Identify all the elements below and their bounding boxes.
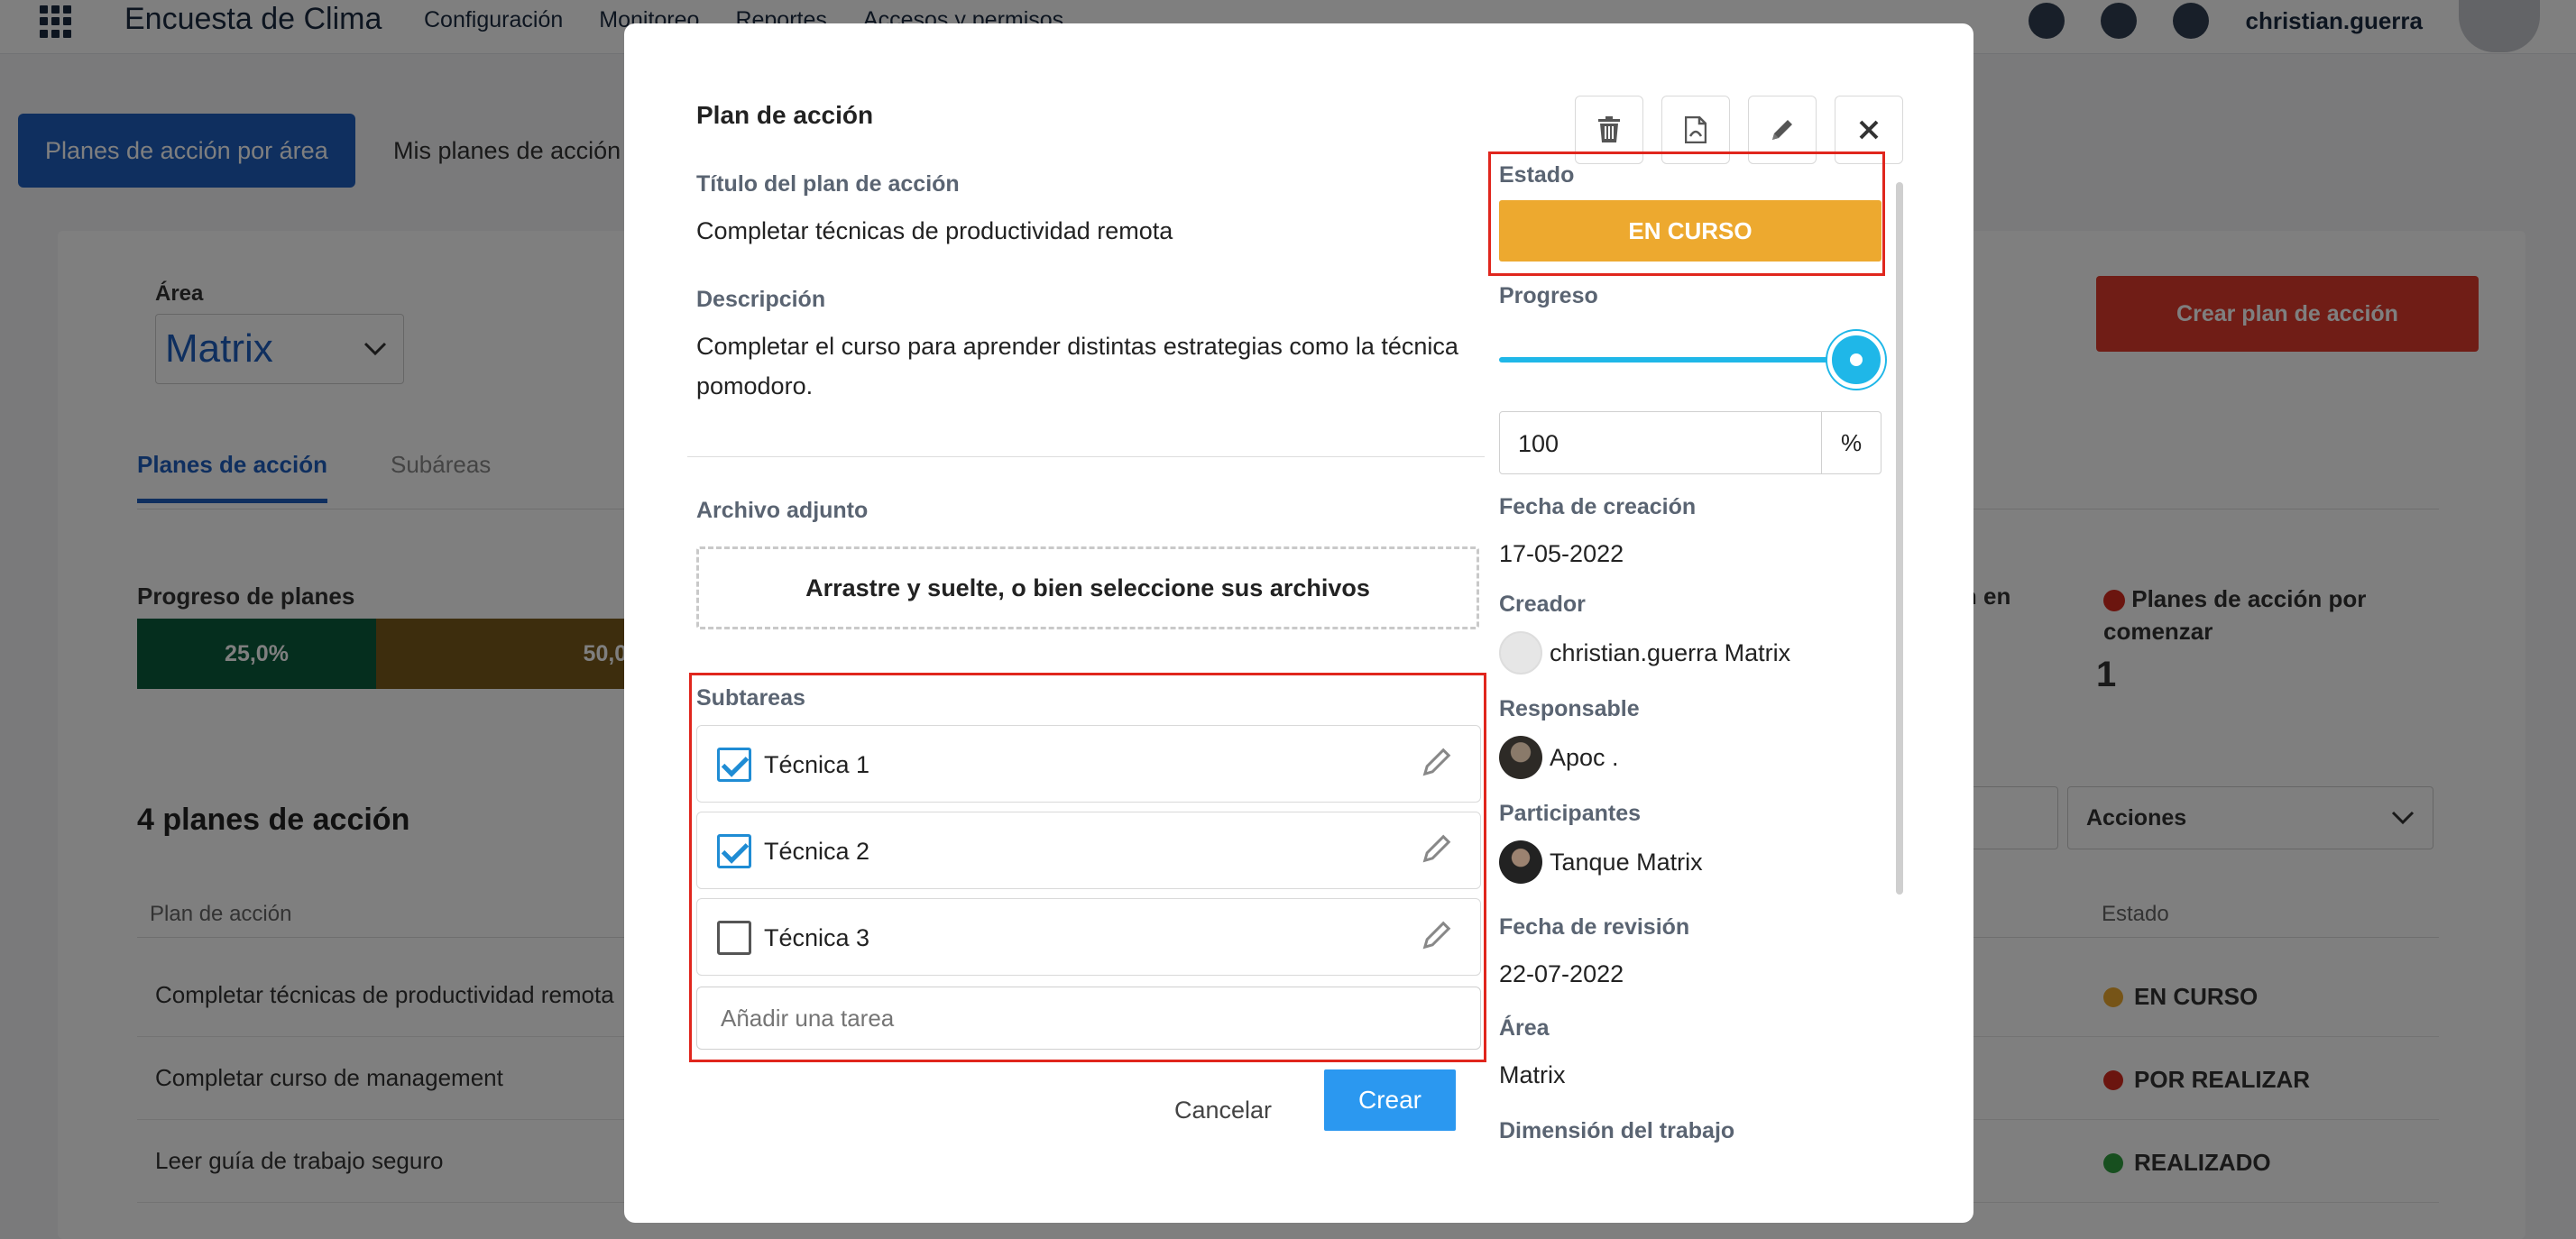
fecha-creacion-value: 17-05-2022: [1499, 540, 1624, 567]
create-button[interactable]: Crear: [1324, 1069, 1456, 1131]
estado-button[interactable]: EN CURSO: [1499, 200, 1881, 262]
creador-label: Creador: [1499, 592, 1586, 617]
trash-icon: [1598, 116, 1620, 142]
participante: Tanque Matrix: [1499, 840, 1703, 884]
progreso-label: Progreso: [1499, 283, 1598, 308]
archivo-label: Archivo adjunto: [696, 498, 869, 523]
add-task-input[interactable]: [696, 987, 1481, 1050]
responsable-label: Responsable: [1499, 696, 1640, 721]
subtask-label: Técnica 1: [764, 751, 870, 778]
pencil-icon: [1772, 120, 1792, 140]
progress-slider-handle[interactable]: [1827, 331, 1885, 389]
subtareas-label: Subtareas: [696, 685, 805, 711]
file-dropzone[interactable]: Arrastre y suelte, o bien seleccione sus…: [696, 546, 1479, 629]
modal-scrollbar[interactable]: [1896, 182, 1903, 895]
avatar: [1499, 631, 1542, 675]
descripcion-value: Completar el curso para aprender distint…: [696, 333, 1458, 399]
section-divider: [687, 456, 1485, 457]
fecha-revision-value: 22-07-2022: [1499, 960, 1624, 987]
estado-label: Estado: [1499, 162, 1575, 188]
creador: christian.guerra Matrix: [1499, 631, 1790, 675]
percent-unit: %: [1821, 412, 1881, 473]
responsable-name: Apoc .: [1550, 743, 1619, 771]
fecha-creacion-label: Fecha de creación: [1499, 494, 1697, 519]
participante-name: Tanque Matrix: [1550, 848, 1703, 876]
action-plan-modal: Plan de acción Título del plan de acción…: [624, 23, 1973, 1223]
subtask-label: Técnica 3: [764, 924, 870, 951]
subtask-checkbox[interactable]: [717, 921, 751, 955]
progress-value: 100: [1518, 430, 1559, 457]
area-field-value: Matrix: [1499, 1061, 1566, 1088]
participantes-label: Participantes: [1499, 801, 1642, 826]
progress-slider-track[interactable]: [1499, 357, 1871, 363]
avatar: [1499, 840, 1542, 884]
subtask-item: Técnica 3: [696, 898, 1481, 976]
descripcion-label: Descripción: [696, 287, 826, 312]
subtask-label: Técnica 2: [764, 838, 870, 865]
avatar: [1499, 736, 1542, 779]
pencil-icon[interactable]: [1421, 919, 1453, 951]
pencil-icon[interactable]: [1421, 746, 1453, 778]
close-icon: [1859, 120, 1879, 140]
progress-input[interactable]: 100 %: [1499, 411, 1881, 474]
pencil-icon[interactable]: [1421, 832, 1453, 865]
fecha-revision-label: Fecha de revisión: [1499, 914, 1690, 940]
cancel-button[interactable]: Cancelar: [1158, 1080, 1288, 1140]
responsable: Apoc .: [1499, 736, 1619, 779]
dimension-label: Dimensión del trabajo: [1499, 1118, 1735, 1143]
subtask-item: Técnica 2: [696, 812, 1481, 889]
titulo-label: Título del plan de acción: [696, 171, 960, 197]
area-field-label: Área: [1499, 1015, 1550, 1041]
subtask-item: Técnica 1: [696, 725, 1481, 803]
creador-name: christian.guerra Matrix: [1550, 638, 1791, 666]
titulo-value: Completar técnicas de productividad remo…: [696, 217, 1173, 244]
modal-title: Plan de acción: [696, 101, 874, 129]
pdf-icon: [1685, 116, 1707, 143]
subtask-checkbox[interactable]: [717, 748, 751, 782]
subtask-checkbox[interactable]: [717, 834, 751, 868]
